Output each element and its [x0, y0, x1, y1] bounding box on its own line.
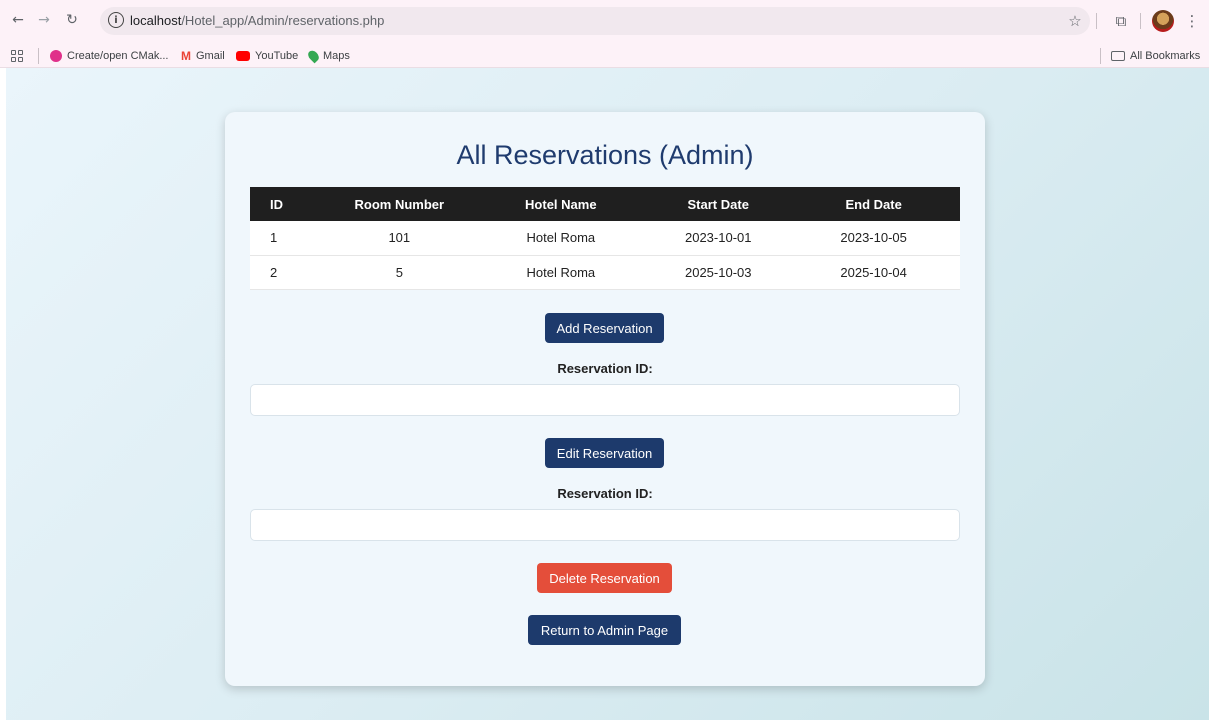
- cell-start-date: 2023-10-01: [684, 230, 752, 246]
- cell-room-number: 5: [395, 264, 403, 280]
- folder-icon: [1111, 51, 1125, 61]
- address-url[interactable]: localhost/Hotel_app/Admin/reservations.p…: [130, 13, 384, 28]
- apps-grid-icon[interactable]: [11, 50, 23, 62]
- header-room-number: Room Number: [354, 196, 445, 212]
- reload-icon[interactable]: ↻: [62, 10, 82, 30]
- url-host: localhost: [130, 13, 182, 28]
- edit-reservation-id-input[interactable]: [250, 384, 960, 416]
- table-row: 1 101 Hotel Roma 2023-10-01 2023-10-05: [250, 221, 960, 255]
- toolbar-divider: [1140, 13, 1141, 29]
- delete-reservation-id-label: Reservation ID:: [557, 486, 653, 501]
- bookmark-label: Create/open CMak...: [67, 50, 169, 62]
- cell-end-date: 2025-10-04: [840, 264, 907, 280]
- table-row: 2 5 Hotel Roma 2025-10-03 2025-10-04: [250, 255, 960, 289]
- cell-hotel-name: Hotel Roma: [526, 264, 596, 280]
- page-viewport: All Reservations (Admin) ID Room Number …: [6, 68, 1209, 720]
- cmake-icon: [50, 50, 62, 62]
- toolbar-divider: [1096, 13, 1097, 29]
- bookmarks-divider: [1100, 48, 1101, 64]
- table-header-row: ID Room Number Hotel Name Start Date End…: [250, 187, 960, 221]
- forward-icon[interactable]: →: [34, 10, 54, 30]
- header-end-date: End Date: [845, 196, 902, 212]
- youtube-icon: [236, 51, 250, 61]
- browser-menu-icon[interactable]: ⋮: [1181, 10, 1203, 32]
- reservations-card: All Reservations (Admin) ID Room Number …: [225, 112, 985, 686]
- address-bar[interactable]: i localhost/Hotel_app/Admin/reservations…: [100, 7, 1090, 35]
- delete-reservation-button[interactable]: Delete Reservation: [537, 563, 672, 593]
- reservations-table: ID Room Number Hotel Name Start Date End…: [250, 187, 960, 290]
- bookmark-maps[interactable]: Maps: [306, 48, 350, 64]
- header-id: ID: [270, 196, 283, 212]
- header-start-date: Start Date: [687, 196, 749, 212]
- back-icon[interactable]: ←: [8, 10, 28, 30]
- cell-hotel-name: Hotel Roma: [526, 230, 596, 246]
- cell-end-date: 2023-10-05: [840, 230, 907, 246]
- extensions-icon[interactable]: ⧉: [1110, 10, 1132, 32]
- bookmarks-divider: [38, 48, 39, 64]
- page-title: All Reservations (Admin): [456, 140, 754, 170]
- gmail-icon: M: [181, 49, 191, 63]
- bookmark-label: Gmail: [196, 50, 225, 62]
- return-to-admin-button[interactable]: Return to Admin Page: [528, 615, 681, 645]
- bookmark-youtube[interactable]: YouTube: [236, 48, 298, 64]
- bookmark-gmail[interactable]: M Gmail: [181, 48, 225, 64]
- site-info-icon[interactable]: i: [108, 12, 124, 28]
- browser-toolbar: ← → ↻ i localhost/Hotel_app/Admin/reserv…: [0, 0, 1209, 44]
- bookmark-label: YouTube: [255, 50, 299, 62]
- bookmarks-bar: Create/open CMak... M Gmail YouTube Maps…: [0, 44, 1209, 68]
- cell-id: 2: [270, 264, 278, 280]
- url-path: /Hotel_app/Admin/reservations.php: [181, 13, 385, 28]
- profile-avatar[interactable]: [1152, 10, 1174, 32]
- cell-room-number: 101: [388, 230, 411, 246]
- add-reservation-button[interactable]: Add Reservation: [545, 313, 664, 343]
- cell-start-date: 2025-10-03: [684, 264, 752, 280]
- maps-pin-icon: [306, 48, 321, 64]
- cell-id: 1: [270, 230, 278, 246]
- all-bookmarks[interactable]: All Bookmarks: [1111, 48, 1200, 64]
- bookmark-label: Maps: [323, 50, 350, 62]
- bookmark-star-icon[interactable]: ☆: [1064, 10, 1086, 32]
- edit-reservation-id-label: Reservation ID:: [557, 361, 653, 376]
- edit-reservation-button[interactable]: Edit Reservation: [545, 438, 664, 468]
- header-hotel-name: Hotel Name: [525, 196, 597, 212]
- delete-reservation-id-input[interactable]: [250, 509, 960, 541]
- bookmark-cmake[interactable]: Create/open CMak...: [50, 48, 169, 64]
- all-bookmarks-label: All Bookmarks: [1130, 50, 1201, 62]
